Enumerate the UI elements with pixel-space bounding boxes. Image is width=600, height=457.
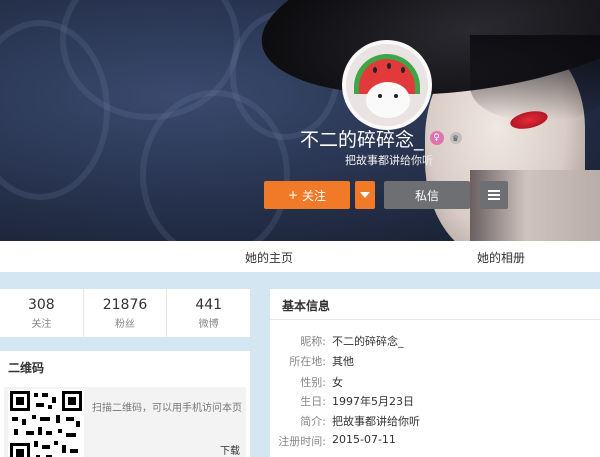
stat-label: 粉丝 [115,319,135,330]
profile-bio: 把故事都讲给你听 [345,154,433,167]
pet-eye [378,94,382,98]
info-row-nickname: 昵称: 不二的碎碎念_ [270,333,404,349]
info-value: 不二的碎碎念_ [332,335,404,348]
follow-button[interactable]: + 关注 [264,181,350,209]
seed [387,63,391,69]
avatar[interactable] [342,40,432,130]
info-value: 2015-07-11 [332,433,396,446]
basic-info-title: 基本信息 [282,299,331,313]
tab-home[interactable]: 她的主页 [245,249,293,266]
info-value: 其他 [332,355,354,368]
info-row-birthday: 生日: 1997年5月23日 [270,393,414,409]
hat-shadow [470,35,600,120]
tab-album[interactable]: 她的相册 [477,249,525,266]
info-label: 所在地: [289,355,326,368]
follow-button-label: 关注 [302,188,327,203]
profile-tabs: 她的主页 她的相册 [0,241,600,272]
profile-username[interactable]: 不二的碎碎念_ [300,125,424,152]
info-label: 性别: [300,376,326,389]
stat-value: 308 [27,297,55,313]
pet-face [366,82,410,118]
divider [270,319,600,320]
pet-eye [394,94,398,98]
profile-name-row: 不二的碎碎念_ ♀ ♛ [300,125,480,152]
qr-title: 二维码 [8,361,45,375]
info-label: 简介: [300,415,326,428]
info-label: 注册时间: [278,435,326,448]
seed [373,67,377,73]
stat-value: 21876 [102,297,148,313]
cover-image: 不二的碎碎念_ ♀ ♛ 把故事都讲给你听 + 关注 私信 [0,0,600,241]
info-value: 1997年5月23日 [332,395,414,408]
plus-icon: + [287,188,299,202]
chevron-down-icon [360,192,370,198]
qr-download-link[interactable]: 下载 [220,442,240,457]
info-label: 昵称: [300,335,326,348]
qr-description: 扫描二维码，可以用手机访问本页 [92,403,242,414]
info-row-intro: 简介: 把故事都讲给你听 [270,413,420,429]
more-menu-button[interactable] [480,181,508,209]
stats-card: 308 关注 21876 粉丝 441 微博 [0,289,250,337]
seed [401,67,405,73]
menu-icon-bar [488,198,500,200]
female-icon: ♀ [429,131,444,145]
crown-icon[interactable]: ♛ [449,132,462,144]
stat-following[interactable]: 308 关注 [0,289,84,337]
qr-card: 二维码 扫描二维码，可以用手机访问本页 下载 [0,351,250,457]
menu-icon-bar [488,190,500,192]
message-button-label: 私信 [414,188,439,203]
basic-info-card: 基本信息 昵称: 不二的碎碎念_ 所在地: 其他 性别: 女 生日: 1997年… [270,289,600,457]
message-button[interactable]: 私信 [384,181,470,209]
info-label: 生日: [300,395,326,408]
qr-code-image [8,389,84,457]
stat-label: 微博 [198,319,219,330]
stat-label: 关注 [31,319,52,330]
menu-icon-bar [488,194,500,196]
stat-followers[interactable]: 21876 粉丝 [84,289,168,337]
info-value: 女 [332,376,343,389]
info-row-gender: 性别: 女 [270,374,343,390]
stat-posts[interactable]: 441 微博 [167,289,250,337]
info-row-location: 所在地: 其他 [270,353,354,369]
qr-code-icon [10,391,82,457]
follow-dropdown-button[interactable] [355,181,375,209]
info-row-register-date: 注册时间: 2015-07-11 [270,433,396,449]
qr-box: 扫描二维码，可以用手机访问本页 下载 [4,387,246,457]
stat-value: 441 [195,297,223,313]
info-value: 把故事都讲给你听 [332,415,420,428]
